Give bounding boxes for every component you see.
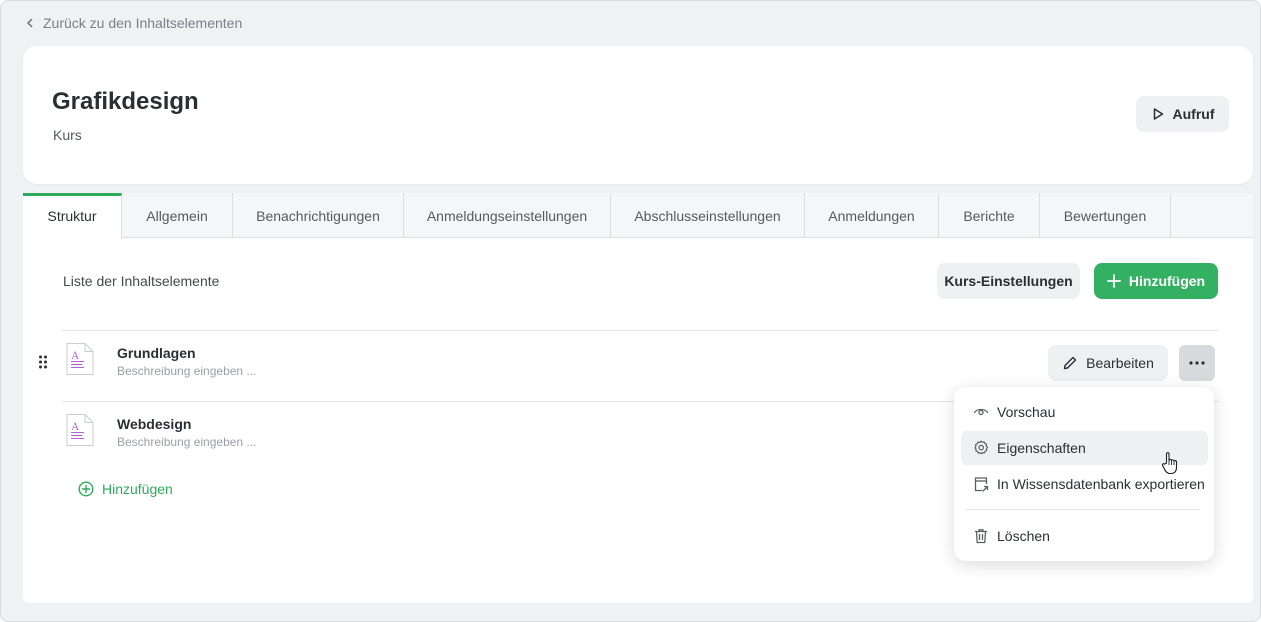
tab-abschlusseinstellungen[interactable]: Abschlusseinstellungen	[611, 193, 805, 238]
app-frame: Zurück zu den Inhaltselementen Grafikdes…	[0, 0, 1261, 622]
inline-add-link[interactable]: Hinzufügen	[78, 479, 173, 499]
tab-benachrichtigungen[interactable]: Benachrichtigungen	[233, 193, 404, 238]
tab-label: Berichte	[963, 207, 1015, 224]
document-icon: A	[66, 414, 94, 446]
trash-icon	[975, 529, 987, 544]
menu-item-eigenschaften[interactable]: Eigenschaften	[961, 431, 1208, 465]
eye-icon	[973, 408, 989, 416]
item-description[interactable]: Beschreibung eingeben ...	[117, 364, 256, 378]
gear-icon	[974, 440, 988, 455]
export-icon	[974, 477, 989, 492]
course-settings-button[interactable]: Kurs-Einstellungen	[937, 263, 1080, 299]
page-title: Grafikdesign	[52, 88, 199, 115]
edit-button[interactable]: Bearbeiten	[1048, 345, 1168, 381]
play-icon	[1153, 108, 1163, 120]
chevron-left-icon	[27, 18, 33, 28]
call-button[interactable]: Aufruf	[1136, 96, 1229, 132]
pencil-icon	[1063, 356, 1077, 370]
course-header-card: Grafikdesign Kurs Aufruf	[23, 46, 1253, 184]
item-title: Grundlagen	[117, 345, 196, 361]
tab-label: Bewertungen	[1063, 207, 1147, 224]
options-menu: Vorschau Eigenschaften In Wissensdatenba…	[954, 387, 1214, 561]
tab-anmeldungseinstellungen[interactable]: Anmeldungseinstellungen	[404, 193, 611, 238]
add-button-label: Hinzufügen	[1128, 273, 1206, 289]
course-settings-label: Kurs-Einstellungen	[944, 273, 1073, 289]
tab-bewertungen[interactable]: Bewertungen	[1040, 193, 1171, 238]
back-link-label: Zurück zu den Inhaltselementen	[43, 15, 243, 31]
menu-item-vorschau[interactable]: Vorschau	[961, 395, 1208, 429]
document-icon: A	[66, 343, 94, 375]
call-button-label: Aufruf	[1172, 106, 1215, 122]
menu-item-label: Eigenschaften	[997, 440, 1086, 456]
plus-circle-icon	[78, 481, 94, 497]
tab-label: Anmeldungseinstellungen	[426, 207, 588, 224]
tab-label: Struktur	[47, 208, 97, 224]
more-options-button[interactable]	[1179, 345, 1215, 381]
page-subtitle: Kurs	[53, 127, 82, 143]
menu-divider	[966, 509, 1200, 510]
tab-bar: Struktur Allgemein Benachrichtigungen An…	[23, 193, 1253, 239]
tab-struktur[interactable]: Struktur	[23, 193, 122, 239]
svg-text:A: A	[71, 422, 80, 433]
edit-button-label: Bearbeiten	[1086, 355, 1154, 371]
back-link[interactable]: Zurück zu den Inhaltselementen	[25, 13, 242, 33]
add-button[interactable]: Hinzufügen	[1094, 263, 1218, 299]
item-title: Webdesign	[117, 416, 192, 432]
tab-anmeldungen[interactable]: Anmeldungen	[805, 193, 939, 238]
menu-item-label: Löschen	[997, 528, 1050, 544]
svg-text:A: A	[71, 351, 80, 362]
menu-item-loeschen[interactable]: Löschen	[961, 519, 1208, 553]
item-description[interactable]: Beschreibung eingeben ...	[117, 435, 256, 449]
more-horizontal-icon	[1189, 361, 1205, 365]
tab-label: Benachrichtigungen	[256, 207, 380, 224]
menu-item-label: Vorschau	[997, 404, 1056, 420]
inline-add-label: Hinzufügen	[102, 481, 173, 497]
tab-berichte[interactable]: Berichte	[939, 193, 1040, 238]
list-title: Liste der Inhaltselemente	[63, 273, 220, 289]
tab-label: Allgemein	[146, 207, 208, 224]
menu-item-label: In Wissensdatenbank exportieren	[997, 476, 1205, 492]
drag-handle-icon[interactable]	[38, 354, 48, 370]
tab-label: Anmeldungen	[828, 207, 915, 224]
menu-item-export[interactable]: In Wissensdatenbank exportieren	[961, 467, 1208, 501]
tab-allgemein[interactable]: Allgemein	[122, 193, 233, 238]
tab-label: Abschlusseinstellungen	[634, 207, 781, 224]
plus-icon	[1106, 274, 1121, 288]
